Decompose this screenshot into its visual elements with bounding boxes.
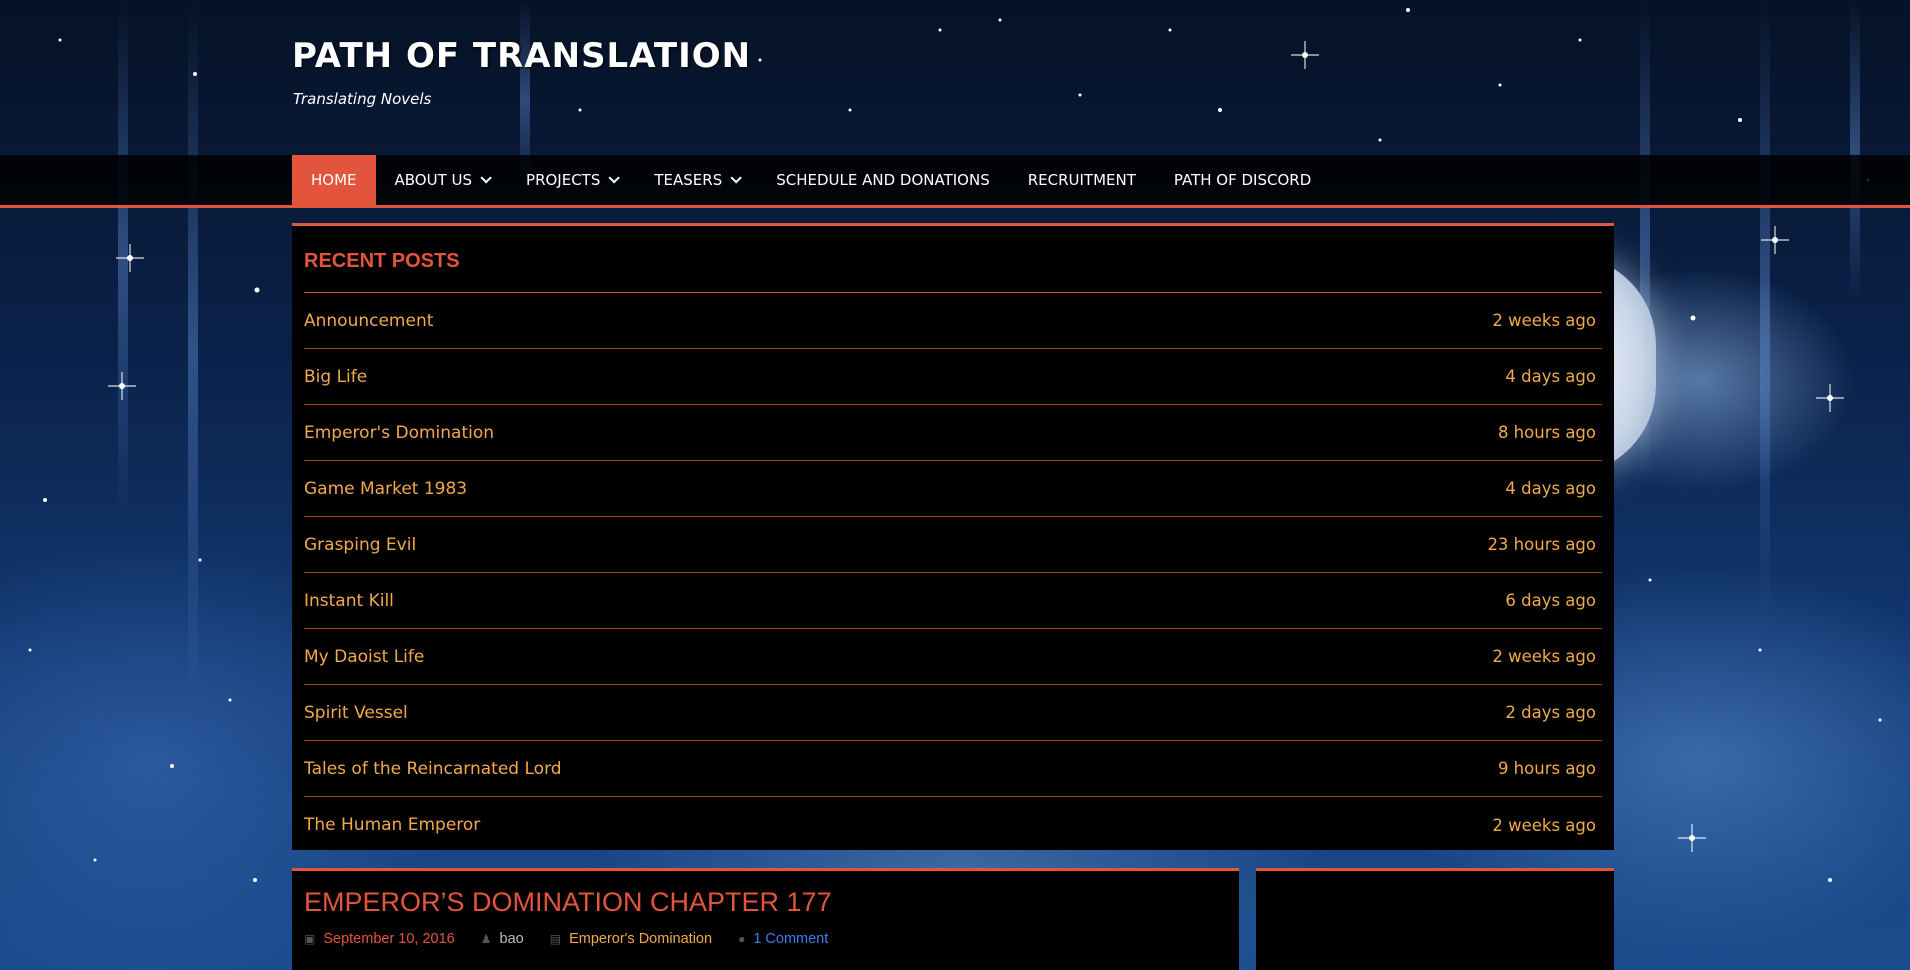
post-link[interactable]: Tales of the Reincarnated Lord bbox=[304, 759, 562, 779]
post-category: Emperor's Domination bbox=[569, 931, 713, 947]
post-time: 23 hours ago bbox=[1487, 535, 1596, 554]
nav-item-label: ABOUT US bbox=[394, 171, 473, 189]
article-meta: ▣ September 10, 2016 ♟ bao ▤ Emperor's D… bbox=[304, 931, 854, 947]
post-time: 6 days ago bbox=[1505, 591, 1596, 610]
post-link[interactable]: Announcement bbox=[304, 311, 433, 331]
nav-item-label: TEASERS bbox=[654, 171, 723, 189]
site-title[interactable]: PATH OF TRANSLATION bbox=[292, 36, 751, 76]
meta-author[interactable]: ♟ bao bbox=[481, 931, 524, 947]
sidebar-widget bbox=[1256, 868, 1614, 970]
post-time: 2 weeks ago bbox=[1492, 815, 1596, 835]
list-item: Grasping Evil 23 hours ago bbox=[304, 517, 1602, 573]
nav-item-path-of-discord[interactable]: PATH OF DISCORD bbox=[1155, 155, 1330, 205]
meta-comments[interactable]: ● 1 Comment bbox=[738, 931, 828, 947]
meta-category[interactable]: ▤ Emperor's Domination bbox=[550, 931, 712, 947]
site-header: PATH OF TRANSLATION Translating Novels bbox=[0, 0, 1910, 155]
article-title[interactable]: EMPEROR’S DOMINATION CHAPTER 177 bbox=[304, 887, 832, 918]
nav-item-home[interactable]: HOME bbox=[292, 155, 376, 205]
nav-item-label: HOME bbox=[311, 171, 357, 189]
nav-item-label: RECRUITMENT bbox=[1027, 171, 1136, 189]
post-link[interactable]: The Human Emperor bbox=[304, 815, 480, 835]
post-link[interactable]: Game Market 1983 bbox=[304, 479, 467, 499]
nav-item-schedule-and-donations[interactable]: SCHEDULE AND DONATIONS bbox=[757, 155, 1009, 205]
nav-item-projects[interactable]: PROJECTS bbox=[507, 155, 635, 205]
recent-posts-widget: RECENT POSTS Announcement 2 weeks ago Bi… bbox=[292, 223, 1614, 850]
list-item: The Human Emperor 2 weeks ago bbox=[304, 797, 1602, 853]
post-link[interactable]: Big Life bbox=[304, 367, 367, 387]
site-description: Translating Novels bbox=[293, 90, 432, 108]
user-icon: ♟ bbox=[480, 932, 492, 946]
post-time: 4 days ago bbox=[1505, 479, 1596, 498]
post-time: 2 weeks ago bbox=[1492, 647, 1596, 666]
comment-icon: ● bbox=[738, 932, 746, 946]
post-time: 9 hours ago bbox=[1497, 759, 1596, 778]
folder-icon: ▤ bbox=[549, 932, 562, 946]
nav-item-label: SCHEDULE AND DONATIONS bbox=[776, 171, 990, 189]
list-item: Emperor's Domination 8 hours ago bbox=[304, 405, 1602, 461]
list-item: Tales of the Reincarnated Lord 9 hours a… bbox=[304, 741, 1602, 797]
calendar-icon: ▣ bbox=[304, 932, 316, 946]
main-navigation: HOME ABOUT US PROJECTS TEASERS SCHEDULE … bbox=[0, 155, 1910, 208]
post-link[interactable]: Emperor's Domination bbox=[304, 423, 494, 443]
nav-item-about-us[interactable]: ABOUT US bbox=[376, 155, 508, 205]
post-link[interactable]: Spirit Vessel bbox=[304, 703, 408, 723]
list-item: Game Market 1983 4 days ago bbox=[304, 461, 1602, 517]
post-time: 4 days ago bbox=[1505, 367, 1596, 386]
list-item: My Daoist Life 2 weeks ago bbox=[304, 629, 1602, 685]
post-author: bao bbox=[499, 931, 524, 947]
recent-posts-list: Announcement 2 weeks ago Big Life 4 days… bbox=[304, 293, 1602, 853]
post-time: 2 days ago bbox=[1505, 703, 1596, 722]
article-post: EMPEROR’S DOMINATION CHAPTER 177 ▣ Septe… bbox=[292, 868, 1239, 970]
nav-item-label: PATH OF DISCORD bbox=[1173, 171, 1312, 189]
nav-menu: HOME ABOUT US PROJECTS TEASERS SCHEDULE … bbox=[292, 155, 1330, 205]
chevron-down-icon bbox=[608, 172, 621, 184]
list-item: Big Life 4 days ago bbox=[304, 349, 1602, 405]
widget-title: RECENT POSTS bbox=[304, 250, 460, 272]
meta-date[interactable]: ▣ September 10, 2016 bbox=[304, 931, 455, 947]
chevron-down-icon bbox=[730, 172, 743, 184]
nav-item-recruitment[interactable]: RECRUITMENT bbox=[1009, 155, 1155, 205]
post-time: 2 weeks ago bbox=[1492, 311, 1596, 330]
post-link[interactable]: My Daoist Life bbox=[304, 647, 424, 667]
post-link[interactable]: Grasping Evil bbox=[304, 535, 416, 555]
post-date: September 10, 2016 bbox=[323, 931, 455, 947]
nav-item-label: PROJECTS bbox=[526, 171, 601, 189]
nav-item-teasers[interactable]: TEASERS bbox=[635, 155, 757, 205]
post-comments: 1 Comment bbox=[753, 931, 829, 947]
list-item: Announcement 2 weeks ago bbox=[304, 293, 1602, 349]
post-time: 8 hours ago bbox=[1497, 423, 1596, 442]
chevron-down-icon bbox=[480, 172, 492, 184]
list-item: Spirit Vessel 2 days ago bbox=[304, 685, 1602, 741]
list-item: Instant Kill 6 days ago bbox=[304, 573, 1602, 629]
post-link[interactable]: Instant Kill bbox=[304, 591, 394, 611]
